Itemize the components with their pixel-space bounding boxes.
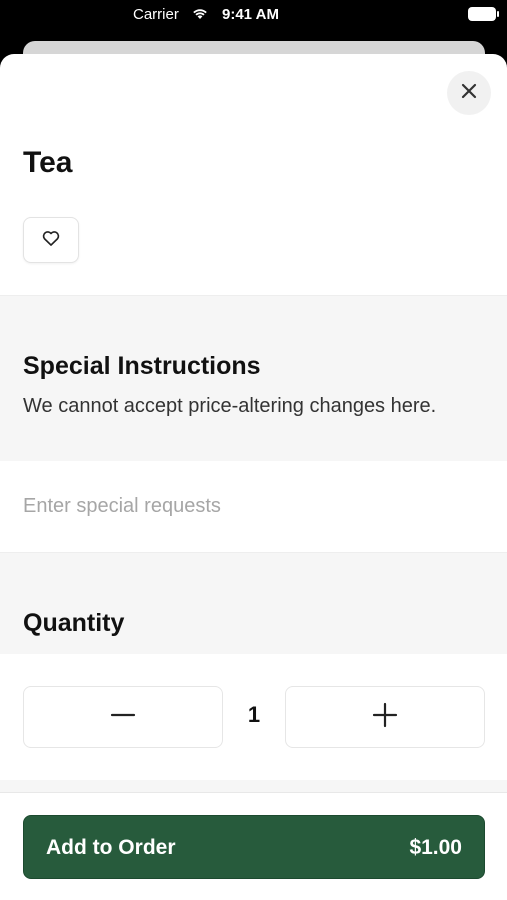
status-carrier: Carrier <box>133 6 179 23</box>
item-detail-sheet: Tea Special Instructions We cannot accep… <box>0 54 507 900</box>
quantity-stepper: 1 <box>0 654 507 780</box>
section-divider <box>0 780 507 792</box>
quantity-section: Quantity <box>0 552 507 654</box>
special-instructions-description: We cannot accept price-altering changes … <box>23 395 437 417</box>
quantity-value: 1 <box>247 702 261 727</box>
special-instructions-section: Special Instructions We cannot accept pr… <box>0 295 507 461</box>
increment-button[interactable] <box>285 686 485 748</box>
close-button[interactable] <box>447 71 491 115</box>
close-icon <box>459 81 479 106</box>
minus-icon <box>110 702 136 733</box>
add-to-order-button[interactable]: Add to Order $1.00 <box>23 815 485 879</box>
special-instructions-title: Special Instructions <box>23 352 261 380</box>
special-requests-input[interactable] <box>0 461 507 551</box>
plus-icon <box>372 702 398 733</box>
status-bar: Carrier 9:41 AM <box>0 0 507 34</box>
favorite-button[interactable] <box>23 217 79 263</box>
add-to-order-label: Add to Order <box>46 836 176 859</box>
status-time: 9:41 AM <box>222 6 279 23</box>
heart-icon <box>41 228 61 253</box>
wifi-icon <box>191 6 209 20</box>
decrement-button[interactable] <box>23 686 223 748</box>
item-title: Tea <box>23 146 73 179</box>
battery-icon <box>468 7 499 21</box>
footer-bar: Add to Order $1.00 <box>0 792 507 900</box>
quantity-title: Quantity <box>23 609 125 637</box>
order-price: $1.00 <box>409 836 462 859</box>
